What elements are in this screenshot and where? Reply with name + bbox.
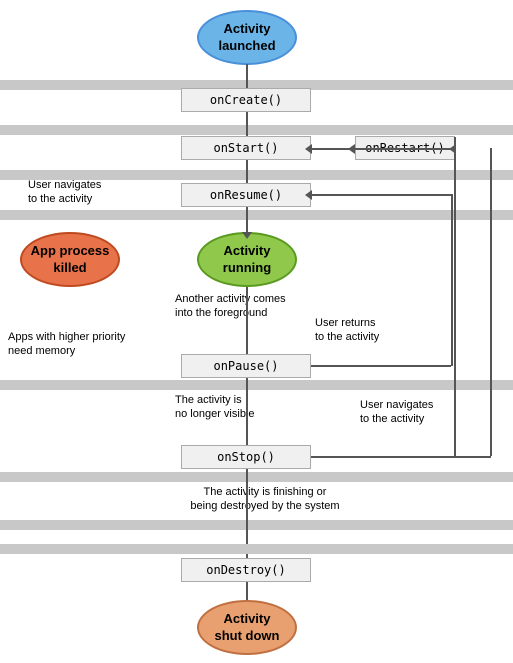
line-onpause-feedback: [451, 194, 453, 366]
oncreate-box: onCreate(): [181, 88, 311, 112]
gray-band-6: [0, 472, 513, 482]
line-onstop-feedback-right: [454, 148, 456, 456]
line-onstart-onresume: [246, 160, 248, 184]
line-onstop-feedback2: [490, 148, 492, 456]
line-onstop-right2: [451, 456, 491, 458]
line-ondestroy-shutdown: [246, 582, 248, 602]
app-killed-oval: App processkilled: [20, 232, 120, 287]
no-longer-visible-label: The activity isno longer visible: [175, 393, 335, 422]
onpause-box: onPause(): [181, 354, 311, 378]
user-returns-label: User returnsto the activity: [315, 316, 460, 345]
finishing-label: The activity is finishing orbeing destro…: [165, 485, 365, 514]
line-navigates-to-onrestart: [354, 148, 454, 150]
apps-priority-label: Apps with higher priorityneed memory: [8, 330, 168, 359]
activity-shutdown-oval: Activityshut down: [197, 600, 297, 655]
ondestroy-box: onDestroy(): [181, 558, 311, 582]
gray-band-5: [0, 380, 513, 390]
user-navigates-right-label: User navigatesto the activity: [360, 398, 505, 427]
gray-band-4: [0, 210, 513, 220]
line-oncreate-onstart: [246, 112, 248, 137]
onstart-box: onStart(): [181, 136, 311, 160]
another-activity-label: Another activity comesinto the foregroun…: [175, 292, 330, 321]
line-onresume-running: [246, 207, 248, 233]
line-running-onpause: [246, 287, 248, 355]
line-onpause-right: [311, 365, 451, 367]
line-launched-oncreate: [246, 64, 248, 89]
onstop-box: onStop(): [181, 445, 311, 469]
gray-band-8: [0, 544, 513, 554]
onresume-box: onResume(): [181, 183, 311, 207]
line-onpause-onstop: [246, 378, 248, 446]
lifecycle-diagram: Activitylaunched onCreate() onStart() on…: [0, 0, 513, 663]
line-onstop-right: [311, 456, 451, 458]
gray-band-2: [0, 125, 513, 135]
line-user-returns-to-onresume: [311, 194, 451, 196]
user-navigates-label: User navigatesto the activity: [28, 178, 173, 207]
activity-running-oval: Activityrunning: [197, 232, 297, 287]
activity-launched-oval: Activitylaunched: [197, 10, 297, 65]
gray-band-7: [0, 520, 513, 530]
